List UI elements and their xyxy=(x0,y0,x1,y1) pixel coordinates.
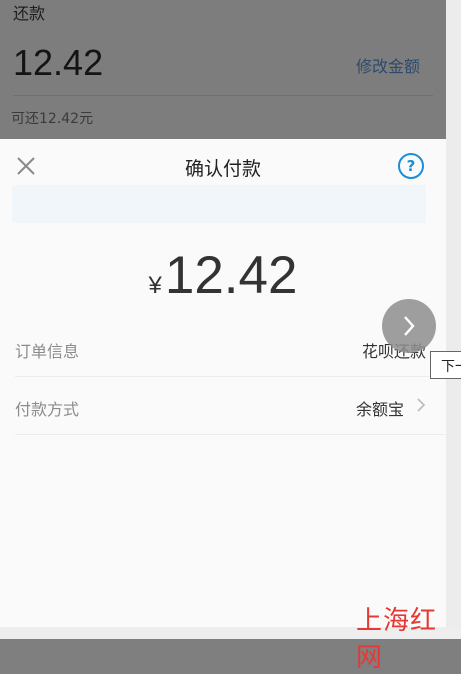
repay-amount: 12.42 xyxy=(13,42,104,83)
next-button[interactable] xyxy=(382,299,436,353)
payment-method-row[interactable]: 付款方式 余额宝 xyxy=(0,377,446,435)
question-icon[interactable]: ? xyxy=(398,153,424,179)
divider xyxy=(15,434,446,435)
edit-amount-link[interactable]: 修改金额 xyxy=(356,53,420,77)
background-repay-page: 还款 12.42 修改金额 可还12.42元 xyxy=(0,0,446,139)
chevron-right-icon xyxy=(404,316,415,336)
sheet-title: 确认付款 xyxy=(184,158,261,180)
currency-symbol: ¥ xyxy=(148,272,162,299)
next-tooltip: 下一 xyxy=(430,351,461,379)
payment-amount: ¥12.42 xyxy=(0,245,446,306)
banner-placeholder xyxy=(12,185,426,223)
scrollbar-track xyxy=(446,0,461,639)
repay-label: 还款 xyxy=(13,4,46,23)
watermark: 上海红网 xyxy=(356,606,438,673)
order-info-label: 订单信息 xyxy=(15,342,80,361)
amount-value: 12.42 xyxy=(164,246,298,305)
chevron-right-icon xyxy=(417,398,426,412)
payment-sheet: 确认付款 ? ¥12.42 订单信息 花呗还款 付款方式 余额宝 xyxy=(0,139,446,627)
order-info-row[interactable]: 订单信息 花呗还款 xyxy=(0,319,446,377)
divider xyxy=(13,95,433,96)
payment-method-label: 付款方式 xyxy=(15,400,80,419)
payment-method-value: 余额宝 xyxy=(355,400,404,419)
repayable-hint: 可还12.42元 xyxy=(11,111,94,127)
